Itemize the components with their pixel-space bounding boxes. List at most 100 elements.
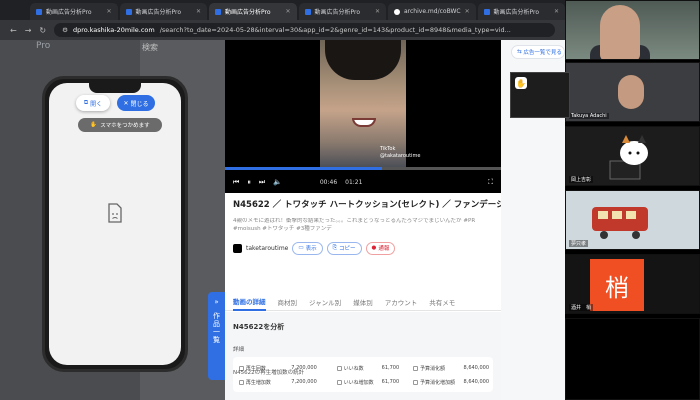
favicon-icon [125, 8, 132, 15]
display-icon: ▭ [298, 245, 304, 251]
drag-hint: ✋ スマホをつかめます [78, 118, 162, 132]
hand-raise-tile[interactable]: ✋ [510, 72, 570, 118]
video-controls: ⏮ ⏸ ⏭ 🔈 00:46 01:21 ⛶ [225, 171, 501, 193]
tab-shared-memo[interactable]: 共有メモ [429, 293, 455, 311]
app-background: Pro 検索 ⧉ 開く ✕ 閉じる ✋ スマホをつかめます [0, 40, 225, 400]
tab-video-detail[interactable]: 動画の詳細 [233, 293, 266, 311]
brand-logo: Pro [36, 41, 51, 51]
participant-name: Takuya Adachi [569, 113, 609, 119]
screen: 動画広告分析Pro ✕ 動画広告分析Pro ✕ 動画広告分析Pro ✕ 動画広告分析P… [0, 0, 700, 400]
report-button[interactable]: ● 通報 [365, 241, 396, 255]
video-duration: 01:21 [345, 178, 363, 186]
browser-tab[interactable]: 動画広告分析Pro ✕ [477, 3, 565, 20]
favicon-icon [36, 8, 42, 15]
chevron-right-icon: » [214, 298, 219, 306]
external-link-icon: ⧉ [83, 99, 89, 106]
back-arrow-icon[interactable]: ← [10, 26, 17, 35]
video-info: N45622 ／ トワタッチ ハートクッション(セレクト) ／ ファンデーション… [233, 198, 501, 256]
volume-icon[interactable]: 🔈 [273, 178, 282, 186]
tiktok-watermark: TikTok @takataroutime [380, 146, 421, 159]
github-icon [394, 8, 400, 15]
browser-tab[interactable]: archive.md/coBWC ✕ [388, 3, 476, 20]
favicon-icon [304, 8, 311, 15]
browser-toolbar: ← → ↻ ⚙ dpro.kashika-20mile.com/search?t… [0, 20, 565, 40]
analyze-heading: N45622を分析 [233, 323, 285, 331]
hand-icon: ✋ [90, 122, 98, 128]
heart-icon [336, 379, 342, 385]
video-current-time: 00:46 [319, 178, 338, 186]
detail-tabs: 動画の詳細 商材別 ジャンル別 媒体別 アカウント 共有メモ [225, 293, 501, 311]
detail-heading: 詳細 [233, 347, 245, 353]
participant-name: 夢只孝 [569, 240, 589, 247]
show-button[interactable]: ▭ 表示 [292, 241, 323, 255]
work-list-tab[interactable]: » 作品一覧 [208, 292, 225, 380]
reload-icon[interactable]: ↻ [39, 26, 46, 35]
detail-content: N45622を分析 詳細 再生回数 7,200,000 いいね数 61,700 予算… [225, 312, 501, 400]
participant-tile[interactable]: 岡上吉彰 [565, 126, 700, 186]
browser-tab-bar: 動画広告分析Pro ✕ 動画広告分析Pro ✕ 動画広告分析Pro ✕ 動画広告分析P… [0, 0, 565, 20]
video-progress-fill [225, 167, 383, 170]
browser-tab[interactable]: 動画広告分析Pro ✕ [298, 3, 386, 20]
favicon-icon [483, 8, 490, 15]
skip-forward-icon[interactable]: ⏭ [259, 178, 265, 187]
url-host: dpro.kashika-20mile.com [72, 26, 155, 34]
tab-account[interactable]: アカウント [385, 293, 418, 311]
participant-name: 岡上吉彰 [569, 176, 594, 183]
participant-tile[interactable] [565, 318, 700, 400]
browser-tab[interactable]: 動画広告分析Pro ✕ [119, 3, 207, 20]
skip-back-icon[interactable]: ⏮ [233, 178, 239, 187]
budget-icon [413, 365, 419, 371]
stats-row: 再生増加数 7,200,000 いいね増加数 61,700 予算消化増加額 8,640… [239, 377, 489, 387]
budget-icon [413, 379, 419, 385]
participant-tile[interactable]: Takuya Adachi [565, 62, 700, 122]
user-row: taketaroutime ▭ 表示 ⎘ コピー ● 通報 [233, 240, 495, 256]
username[interactable]: taketaroutime [246, 245, 288, 252]
video-player[interactable]: TikTok @takataroutime ⏮ ⏸ ⏭ 🔈 00:46 01:2… [225, 40, 501, 193]
close-icon[interactable]: ✕ [196, 8, 201, 15]
participant-name: 酒井 梢 [569, 304, 594, 311]
forward-arrow-icon[interactable]: → [25, 26, 32, 35]
train-avatar-icon [592, 207, 648, 239]
video-title: N45622 ／ トワタッチ ハートクッション(セレクト) ／ ファンデーション [233, 200, 501, 210]
pause-icon[interactable]: ⏸ [247, 178, 251, 187]
site-info-icon[interactable]: ⚙ [62, 26, 68, 34]
ad-list-link[interactable]: ⇆ 広告一覧で見る [511, 45, 565, 59]
play-icon [239, 379, 244, 385]
copy-button[interactable]: ⎘ コピー [326, 241, 362, 255]
tab-media[interactable]: 媒体別 [353, 293, 373, 311]
search-label: 検索 [142, 43, 158, 52]
close-icon[interactable]: ✕ [554, 8, 559, 15]
participant-video [618, 75, 644, 109]
participant-video [600, 5, 640, 59]
participant-avatar: 梢 [590, 259, 644, 311]
video-progress-bar[interactable] [225, 167, 501, 170]
fullscreen-icon[interactable]: ⛶ [488, 178, 493, 187]
video-description: 4親のメモに遊ばれ！衝撃的な結果だった。。。これまどうなっとるんだろマジでまじい… [233, 218, 476, 232]
open-button[interactable]: ⧉ 開く [76, 95, 110, 111]
stats-heading: N45622の再生増加数の統計 [233, 370, 305, 376]
close-icon[interactable]: ✕ [375, 8, 380, 15]
favicon-icon [215, 8, 221, 15]
broken-file-icon [108, 203, 122, 223]
participant-tile[interactable]: 夢只孝 [565, 190, 700, 250]
link-icon: ⎘ [332, 244, 337, 251]
close-icon[interactable]: ✕ [106, 8, 111, 15]
close-icon[interactable]: ✕ [285, 8, 290, 15]
tab-product[interactable]: 商材別 [278, 293, 298, 311]
browser-tab-active[interactable]: 動画広告分析Pro ✕ [209, 3, 297, 20]
browser-tab[interactable]: 動画広告分析Pro ✕ [30, 3, 118, 20]
tab-genre[interactable]: ジャンル別 [309, 293, 341, 311]
video-call-panel: Takuya Adachi 岡上吉彰 夢只孝 梢 酒井 梢 [565, 0, 700, 400]
url-path: /search?to_date=2024-05-28&interval=30&a… [159, 26, 511, 34]
web-page: Pro 検索 ⧉ 開く ✕ 閉じる ✋ スマホをつかめます » 作品一覧 Tik… [0, 40, 565, 400]
close-button[interactable]: ✕ 閉じる [117, 95, 155, 111]
bell-icon: ● [371, 245, 377, 251]
phone-notch [89, 83, 141, 93]
participant-tile[interactable] [565, 0, 700, 60]
cat-avatar-icon [609, 135, 648, 180]
participant-tile[interactable]: 梢 酒井 梢 [565, 254, 700, 314]
close-icon[interactable]: ✕ [465, 8, 470, 15]
tiktok-icon [233, 243, 242, 253]
close-icon: ✕ [123, 99, 129, 107]
address-bar[interactable]: ⚙ dpro.kashika-20mile.com/search?to_date… [54, 23, 555, 37]
